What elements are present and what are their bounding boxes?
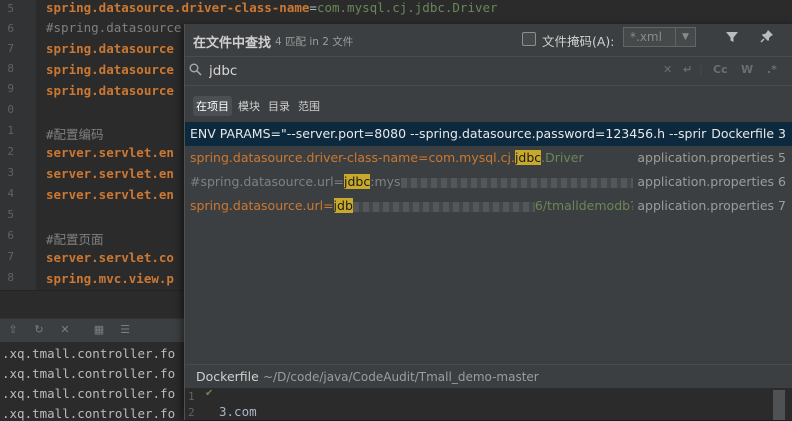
code-line: server.servlet.en <box>46 187 174 202</box>
line-number: 9 <box>7 82 14 95</box>
result-row[interactable]: #spring.datasource.url=jdbc:mysmodb appl… <box>185 170 792 194</box>
line-number: 4 <box>7 187 14 200</box>
result-text: #spring.datasource.url=jdbc:mysmodb <box>190 174 668 189</box>
result-row[interactable]: spring.datasource.url=jdb 6/tmalldemodb? … <box>185 194 792 218</box>
check-icon: ✔ <box>205 388 214 399</box>
popup-header[interactable]: 在文件中查找 4 匹配 in 2 文件 文件掩码(A): *.xml ▼ <box>185 24 792 56</box>
results-list: ENV PARAMS="--server.port=8080 --spring.… <box>185 122 792 218</box>
restore-icon[interactable]: ↻ <box>32 323 46 337</box>
result-text: spring.datasource.driver-class-name=com.… <box>190 150 584 165</box>
line-number: 8 <box>7 62 14 75</box>
regex-icon[interactable]: .* <box>767 63 777 76</box>
results-empty-area <box>185 218 792 380</box>
result-file: application.properties 7 <box>633 198 786 213</box>
result-text: ENV PARAMS="--server.port=8080 --spring.… <box>190 126 707 141</box>
line-number: 3 <box>7 166 14 179</box>
line-number: 1 <box>188 390 195 403</box>
editor-gutter: 5 6 7 8 9 0 1 2 3 4 5 6 7 8 <box>0 0 36 290</box>
line-number: 7 <box>7 250 14 263</box>
grid-icon[interactable]: ▦ <box>92 323 106 337</box>
line-number: 7 <box>7 42 14 55</box>
code-line: #配置页面 <box>46 232 104 247</box>
console-line: .xq.tmall.controller.fo <box>2 346 176 361</box>
tab-module[interactable]: 模块 <box>235 96 263 116</box>
console-line: .xq.tmall.controller.fo <box>2 366 176 381</box>
layout-icon[interactable]: ☰ <box>118 323 132 337</box>
code-line: server.servlet.en <box>46 166 174 181</box>
result-file: application.properties 5 <box>633 150 786 165</box>
console-line: .xq.tmall.controller.fo <box>2 386 176 401</box>
line-number: 5 <box>7 2 14 15</box>
code-line: spring.datasource <box>46 62 174 77</box>
line-number: 6 <box>7 229 14 242</box>
result-text: spring.datasource.url=jdb 6/tmalldemodb? <box>190 198 637 213</box>
scrollbar[interactable] <box>773 390 785 420</box>
console-line: .xq.tmall.controller.fo <box>2 406 176 421</box>
tab-directory[interactable]: 目录 <box>265 96 293 116</box>
redacted-text <box>352 201 535 212</box>
result-file: application.properties 6 <box>633 174 786 189</box>
line-number: 2 <box>188 406 195 419</box>
preview-file-name: Dockerfile <box>196 369 259 384</box>
preview-file-path: ~/D/code/java/CodeAudit/Tmall_demo-maste… <box>263 370 539 384</box>
file-mask-label[interactable]: 文件掩码(A): <box>542 31 615 50</box>
result-file: Dockerfile 3 <box>707 126 786 141</box>
clear-search-icon[interactable]: ✕ <box>663 63 672 76</box>
line-number: 2 <box>7 145 14 158</box>
result-row[interactable]: ENV PARAMS="--server.port=8080 --spring.… <box>185 122 792 146</box>
code-line: spring.datasource <box>46 41 174 56</box>
tab-scope[interactable]: 范围 <box>295 96 323 116</box>
code-line: server.servlet.co <box>46 250 174 265</box>
tab-in-project[interactable]: 在项目 <box>193 96 232 116</box>
search-row: ✕ ↵ | Cc W .* <box>185 56 792 86</box>
code-line: spring.datasource.driver-class-name=com.… <box>46 0 498 15</box>
search-input[interactable] <box>209 61 649 81</box>
whole-words-icon[interactable]: W <box>741 63 753 76</box>
preview-code-line: 3.com <box>219 404 257 419</box>
clear-icon[interactable]: ✕ <box>58 323 72 337</box>
match-count: 4 匹配 in 2 文件 <box>275 36 354 48</box>
redacted-text <box>400 177 633 188</box>
popup-title: 在文件中查找 <box>193 36 272 51</box>
code-line: spring.mvc.view.p <box>46 271 174 286</box>
chevron-down-icon[interactable]: ▼ <box>675 27 696 47</box>
preview-header: Dockerfile ~/D/code/java/CodeAudit/Tmall… <box>185 364 792 389</box>
scope-tabs: 在项目 模块 目录 范围 <box>185 86 792 122</box>
match-highlight: jdbc <box>344 174 371 189</box>
code-line: #配置编码 <box>46 127 104 142</box>
file-mask-checkbox[interactable] <box>522 32 536 46</box>
line-number: 1 <box>7 124 14 137</box>
preview-editor[interactable]: 1 2 ✔ 3.com <box>185 388 792 420</box>
pin-icon[interactable] <box>760 29 774 47</box>
option-divider: | <box>699 63 703 76</box>
line-number: 8 <box>7 271 14 284</box>
code-line: spring.datasource <box>46 83 174 98</box>
scroll-up-icon[interactable]: ⇧ <box>6 323 20 337</box>
file-mask-input[interactable]: *.xml <box>623 27 675 47</box>
match-highlight: jdbc <box>514 150 542 165</box>
line-number: 6 <box>7 22 14 35</box>
find-in-files-popup: 在文件中查找 4 匹配 in 2 文件 文件掩码(A): *.xml ▼ ✕ ↵… <box>184 24 792 420</box>
new-line-icon[interactable]: ↵ <box>683 63 692 76</box>
search-icon[interactable] <box>189 63 202 79</box>
code-line: server.servlet.en <box>46 145 174 160</box>
line-number: 5 <box>7 208 14 221</box>
match-highlight: jdb <box>333 198 353 213</box>
result-row[interactable]: spring.datasource.driver-class-name=com.… <box>185 146 792 170</box>
code-line: #spring.datasource <box>46 20 182 35</box>
line-number: 0 <box>7 103 14 116</box>
match-case-icon[interactable]: Cc <box>713 63 728 76</box>
filter-icon[interactable] <box>725 30 739 48</box>
